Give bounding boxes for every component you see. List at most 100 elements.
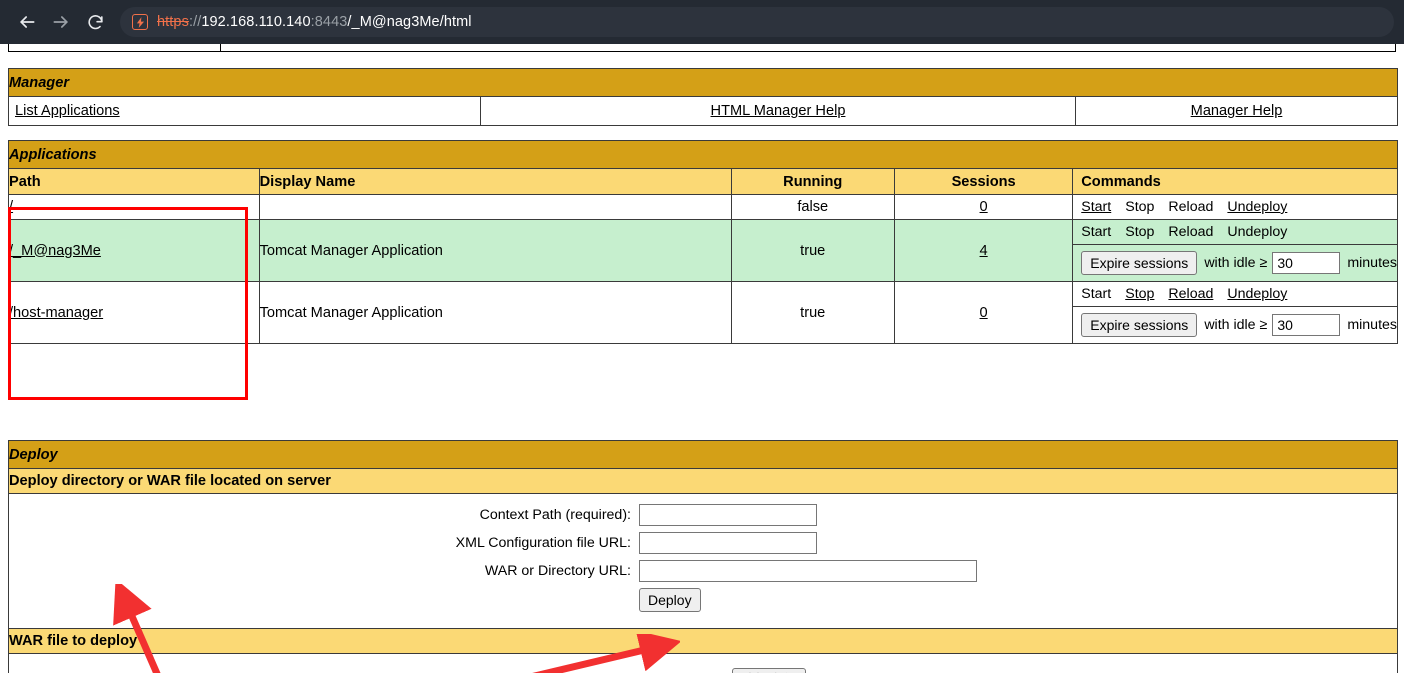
undeploy-command[interactable]: Undeploy [1227,286,1287,302]
war-section-title: WAR file to deploy [8,628,1398,654]
back-arrow-icon [20,16,35,28]
reload-command: Reload [1168,199,1214,215]
expire-sessions-line: Expire sessions with idle ≥ minutes [1073,306,1397,343]
start-command[interactable]: Start [1081,199,1111,215]
war-upload-row: Select WAR file to upload 选择文件 未选择任何文件 D… [8,653,1398,673]
war-upload-cell: Select WAR file to upload 选择文件 未选择任何文件 D… [8,653,1398,673]
column-header-sessions: Sessions [893,168,1074,195]
expire-idle-input[interactable] [1272,314,1341,336]
manager-help-link[interactable]: Manager Help [1191,103,1283,119]
sessions-count-link[interactable]: 0 [980,199,988,215]
table-row: /_M@nag3Me Tomcat Manager Application tr… [8,219,1398,282]
commands-wrapper: Start Stop Reload Undeploy Expire sessions … [1073,282,1397,343]
forward-button[interactable] [44,5,78,39]
expire-unit-label: minutes [1347,255,1397,271]
column-header-running: Running [730,168,895,195]
undeploy-command[interactable]: Undeploy [1227,199,1287,215]
column-header-display-name: Display Name [258,168,732,195]
manager-title-row: Manager [8,68,1398,97]
sessions-count-link[interactable]: 0 [980,305,988,321]
reload-icon [87,14,103,29]
deploy-server-section-title: Deploy directory or WAR file located on … [8,468,1398,494]
expire-unit-label: minutes [1347,317,1397,333]
html-manager-help-link[interactable]: HTML Manager Help [711,103,846,119]
deploy-form-cell: Context Path (required): XML Configurati… [8,493,1398,629]
row-path-cell: /host-manager [8,281,260,344]
select-war-row: Select WAR file to upload 选择文件 未选择任何文件 [9,668,1397,673]
insecure-certificate-icon[interactable] [132,14,148,30]
row-display-name-cell [258,194,732,220]
deploy-server-subtitle-row: Deploy directory or WAR file located on … [8,468,1398,494]
commands-wrapper: Start Stop Reload Undeploy Expire sessions … [1073,220,1397,281]
row-path-cell: /_M@nag3Me [8,219,260,282]
row-path-cell: / [8,194,260,220]
column-header-commands: Commands [1072,168,1398,195]
choose-file-button[interactable]: 选择文件 [732,668,806,673]
app-path-link[interactable]: /host-manager [9,305,103,321]
expire-idle-label: with idle ≥ [1204,255,1268,271]
list-applications-link[interactable]: List Applications [15,103,120,119]
command-links-line: Start Stop Reload Undeploy [1073,282,1397,306]
start-command: Start [1081,286,1112,302]
deploy-section: Deploy Deploy directory or WAR file loca… [8,440,1398,673]
back-button[interactable] [10,5,44,39]
xml-config-row: XML Configuration file URL: [9,532,1397,554]
deploy-form: Context Path (required): XML Configurati… [9,494,1397,628]
row-running-cell: true [730,281,895,344]
stop-command[interactable]: Stop [1125,286,1154,302]
war-upload-form: Select WAR file to upload 选择文件 未选择任何文件 D… [9,654,1397,673]
war-subtitle-row: WAR file to deploy [8,628,1398,654]
context-path-input[interactable] [639,504,817,526]
lightning-bolt-glyph [136,16,144,28]
table-row: / false 0 Start Stop Reload Undeploy [8,194,1398,220]
row-sessions-cell: 4 [893,219,1074,282]
app-path-link[interactable]: / [9,199,13,215]
browser-toolbar: https://192.168.110.140:8443/_M@nag3Me/h… [0,0,1404,44]
expire-sessions-line: Expire sessions with idle ≥ minutes [1073,244,1397,281]
stop-command: Stop [1125,199,1155,215]
row-display-name-cell: Tomcat Manager Application [258,281,732,344]
command-links-line: Start Stop Reload Undeploy [1073,220,1397,244]
applications-section: Applications Path Display Name Running S… [8,140,1398,344]
row-running-cell: true [730,219,895,282]
url-text: https://192.168.110.140:8443/_M@nag3Me/h… [157,14,472,30]
url-host: 192.168.110.140 [201,14,311,30]
xml-config-label: XML Configuration file URL: [455,535,631,551]
partially-visible-table-above [8,44,1396,52]
expire-sessions-button[interactable]: Expire sessions [1081,313,1198,337]
undeploy-command: Undeploy [1227,224,1288,240]
war-url-row: WAR or Directory URL: [9,560,1397,582]
expire-idle-input[interactable] [1272,252,1341,274]
reload-command[interactable]: Reload [1168,286,1213,302]
url-scheme: https [157,14,189,30]
deploy-button[interactable]: Deploy [639,588,701,612]
expire-sessions-button[interactable]: Expire sessions [1081,251,1198,275]
row-sessions-cell: 0 [893,194,1074,220]
deploy-title: Deploy [8,440,1398,469]
deploy-form-row: Context Path (required): XML Configurati… [8,493,1398,629]
row-commands-cell: Start Stop Reload Undeploy [1072,194,1398,220]
start-command: Start [1081,224,1112,240]
applications-header-row: Path Display Name Running Sessions Comma… [8,168,1398,195]
table-row: /host-manager Tomcat Manager Application… [8,281,1398,344]
reload-button[interactable] [78,5,112,39]
sessions-count-link[interactable]: 4 [980,243,988,259]
row-sessions-cell: 0 [893,281,1074,344]
command-links-line: Start Stop Reload Undeploy [1073,195,1397,219]
page-content: Manager List Applications HTML Manager H… [0,44,1404,673]
nav-cell-list-applications: List Applications [8,96,481,126]
expire-idle-label: with idle ≥ [1204,317,1268,333]
deploy-button-row: Deploy [9,588,1397,612]
forward-arrow-icon [53,16,68,28]
address-bar[interactable]: https://192.168.110.140:8443/_M@nag3Me/h… [120,7,1394,37]
reload-command: Reload [1168,224,1214,240]
deploy-title-row: Deploy [8,440,1398,469]
xml-config-input[interactable] [639,532,817,554]
war-url-label: WAR or Directory URL: [484,563,631,579]
manager-nav-row: List Applications HTML Manager Help Mana… [8,96,1398,126]
war-url-input[interactable] [639,560,977,582]
app-path-link[interactable]: /_M@nag3Me [9,243,101,259]
row-commands-cell: Start Stop Reload Undeploy Expire sessions … [1072,219,1398,282]
row-running-cell: false [730,194,895,220]
row-display-name-cell: Tomcat Manager Application [258,219,732,282]
